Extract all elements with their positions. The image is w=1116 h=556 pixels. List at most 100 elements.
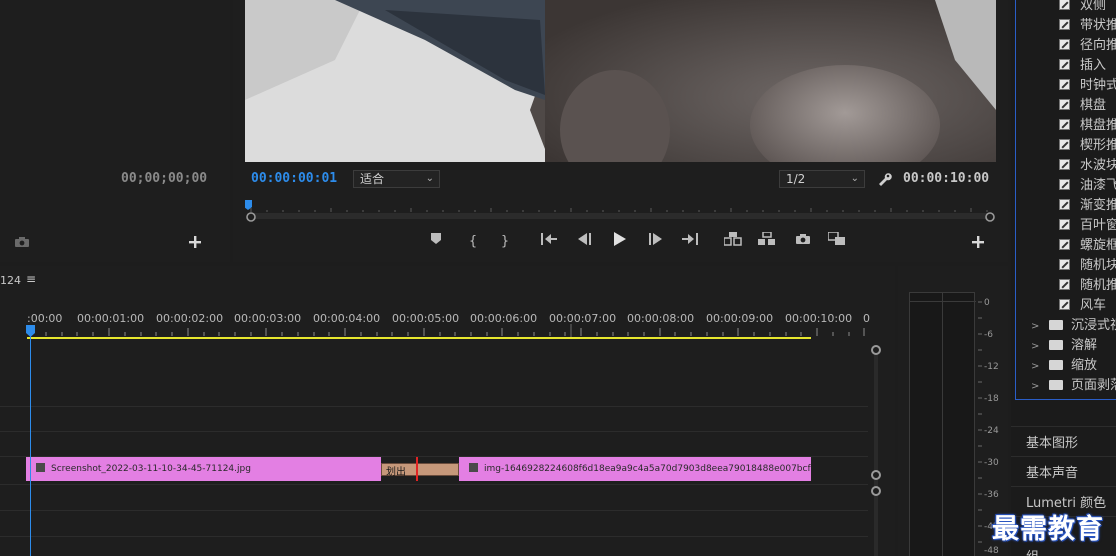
effect-preset-icon [1059,159,1070,170]
add-button-icon[interactable] [972,236,984,248]
folder-icon [1049,380,1063,390]
meter-label: 0 [984,298,990,308]
add-button-icon[interactable] [189,236,201,248]
track-divider [0,510,868,511]
program-video-frame [245,0,996,162]
scrollbar-handle-top[interactable] [871,345,881,355]
effect-item[interactable]: 油漆飞 [1059,176,1116,196]
add-marker-icon[interactable] [425,232,447,252]
fx-badge-icon [469,463,478,472]
effect-preset-icon [1059,119,1070,130]
source-monitor-panel: 00;00;00;00 [0,0,230,262]
effect-preset-icon [1059,259,1070,270]
mark-in-icon[interactable]: { [462,232,484,252]
transition-edit-point [416,457,418,481]
chevron-down-icon: ⌄ [850,173,859,184]
chevron-right-icon: > [1031,321,1040,332]
track-divider [0,484,868,485]
effect-preset-icon [1059,199,1070,210]
program-duration-timecode: 00:00:10:00 [903,171,990,186]
camera-icon[interactable] [14,236,30,248]
effect-preset-icon [1059,79,1070,90]
effect-preset-icon [1059,239,1070,250]
meter-label: -12 [984,362,999,372]
fx-badge-icon [36,463,45,472]
meter-label: -30 [984,458,999,468]
video-clip-img[interactable]: img-1646928224608f6d18ea9a9c4a5a70d7903d… [459,457,811,481]
mark-out-icon[interactable]: } [494,232,516,252]
meter-label: -6 [984,330,993,340]
scrollbar-handle-bottom[interactable] [871,470,881,480]
play-icon[interactable] [609,232,631,252]
effect-item[interactable]: 棋盘 [1059,96,1106,116]
folder-icon [1049,360,1063,370]
panel-basic-graphics[interactable]: 基本图形 [1026,432,1078,451]
source-timecode[interactable]: 00;00;00;00 [121,171,207,186]
program-scrubber[interactable] [244,198,997,222]
go-to-out-icon[interactable] [679,232,701,252]
transition-wipe[interactable]: 划出 [381,463,459,478]
effect-item[interactable]: 插入 [1059,56,1106,76]
effect-preset-icon [1059,179,1070,190]
effect-folder[interactable]: > 溶解 [1031,336,1097,356]
sequence-tab-label[interactable]: 124 [0,274,21,287]
effect-item[interactable]: 渐变推 [1059,196,1116,216]
resolution-dropdown[interactable]: 1/2 ⌄ [779,170,865,188]
effect-preset-icon [1059,99,1070,110]
effect-item[interactable]: 楔形推 [1059,136,1116,156]
effect-item[interactable]: 螺旋框 [1059,236,1116,256]
effect-preset-icon [1059,0,1070,10]
transition-divider [382,464,418,475]
chevron-right-icon: > [1031,381,1040,392]
effect-item[interactable]: 棋盘推 [1059,116,1116,136]
chevron-right-icon: > [1031,341,1040,352]
effect-item[interactable]: 水波块 [1059,156,1116,176]
effect-item[interactable]: 百叶窗 [1059,216,1116,236]
effect-preset-icon [1059,59,1070,70]
panel-group[interactable]: 组 [1026,546,1039,556]
time-ruler[interactable] [0,294,870,344]
effect-preset-icon [1059,139,1070,150]
watermark-logo: 最需教育 [992,514,1104,545]
folder-icon [1049,340,1063,350]
effect-folder[interactable]: >沉浸式视 [1031,316,1116,336]
effect-preset-icon [1059,279,1070,290]
meter-bars [909,292,976,556]
effect-folder[interactable]: > 缩放 [1031,356,1097,376]
playhead-line [30,336,31,556]
video-clip-screenshot[interactable]: Screenshot_2022-03-11-10-34-45-71124.jpg [26,457,381,481]
panel-essential-sound[interactable]: 基本声音 [1026,462,1078,481]
hamburger-menu-icon[interactable]: ≡ [26,272,36,286]
timeline-vertical-scrollbar[interactable] [874,350,878,556]
meter-label: -36 [984,490,999,500]
effect-item[interactable]: 双侧 [1059,0,1106,16]
comparison-view-icon[interactable] [826,231,848,252]
export-frame-icon[interactable] [792,232,814,252]
meter-label: -18 [984,394,999,404]
program-current-timecode[interactable]: 00:00:00:01 [251,171,337,186]
effect-item[interactable]: 风车 [1059,296,1106,316]
effect-item[interactable]: 带状推 [1059,16,1116,36]
step-forward-icon[interactable] [644,232,666,252]
scrollbar-handle-top[interactable] [871,486,881,496]
go-to-in-icon[interactable] [538,232,560,252]
effect-preset-icon [1059,219,1070,230]
effects-panel: 双侧 带状推 径向推 插入 时钟式 棋盘 棋盘推 楔形推 水波块 油漆飞 渐变推… [1011,0,1116,556]
chevron-down-icon: ⌄ [425,173,434,184]
resolution-dropdown-value: 1/2 [786,172,806,186]
meter-ticks [978,296,982,556]
effect-folder[interactable]: >页面剥落 [1031,376,1116,396]
timeline-panel: 124 ≡ :00:00 00:00:01:00 00:00:02:00 00:… [0,266,895,556]
program-monitor-panel: 00:00:00:01 适合 ⌄ 1/2 ⌄ 00:00:10:00 { } [233,0,1008,262]
effect-item[interactable]: 随机推 [1059,276,1116,296]
effect-item[interactable]: 随机块 [1059,256,1116,276]
extract-icon[interactable] [756,231,778,252]
step-back-icon[interactable] [574,232,596,252]
effect-item[interactable]: 径向推 [1059,36,1116,56]
fit-dropdown-value: 适合 [360,172,385,186]
clip-name: img-1646928224608f6d18ea9a9c4a5a70d7903d… [484,464,811,474]
wrench-icon[interactable] [878,172,892,186]
fit-dropdown[interactable]: 适合 ⌄ [353,170,440,188]
lift-icon[interactable] [722,232,744,252]
effect-item[interactable]: 时钟式 [1059,76,1116,96]
